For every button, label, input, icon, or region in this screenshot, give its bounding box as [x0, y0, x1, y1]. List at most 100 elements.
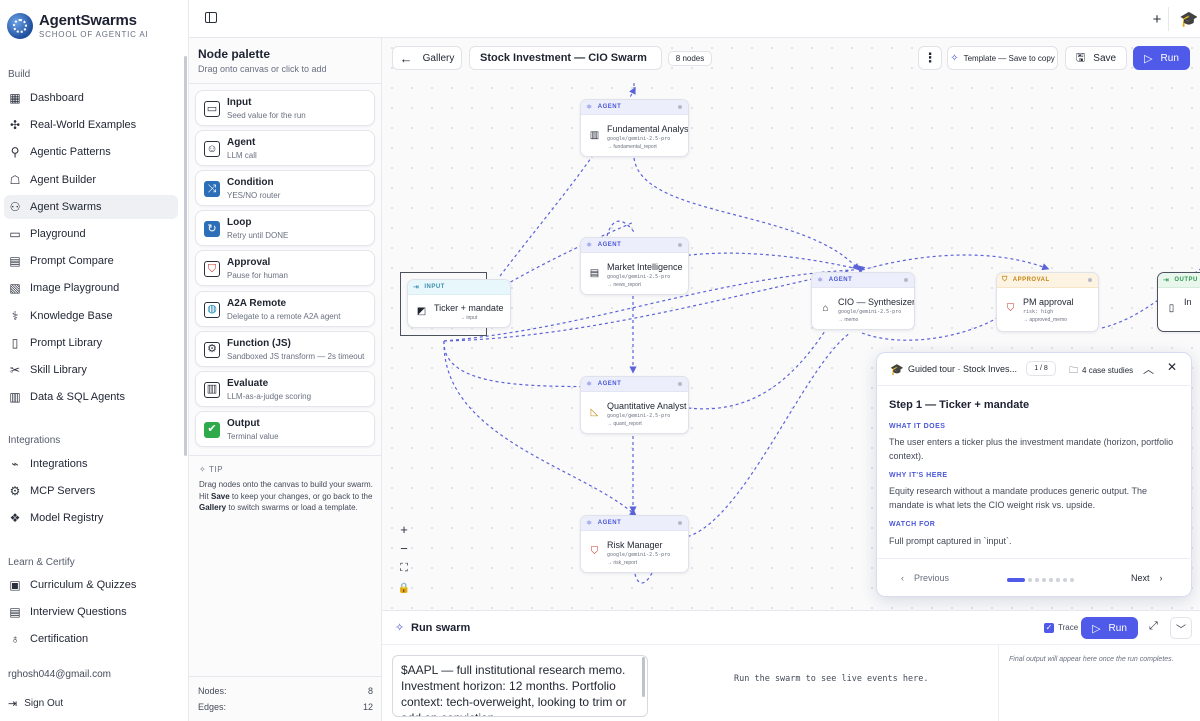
edge-market-cio: [681, 252, 863, 271]
node-output[interactable]: ⇥ OUTPU ▯ In: [1157, 272, 1200, 332]
sidebar-item-agentic-patterns[interactable]: ⚲ Agentic Patterns: [4, 140, 178, 164]
palette-item-a2a-remote[interactable]: ◍ A2A Remote Delegate to a remote A2A agen…: [195, 290, 375, 327]
sidebar-scrollbar[interactable]: [184, 56, 187, 456]
sidebar: AgentSwarms SCHOOL OF AGENTIC AI Build ▦…: [0, 0, 189, 721]
fit-view-icon[interactable]: ⛶: [396, 560, 412, 576]
chevron-down-icon[interactable]: ﹀: [1170, 617, 1192, 639]
sidebar-item-label: Knowledge Base: [30, 309, 113, 322]
sidebar-toggle-icon[interactable]: [205, 12, 217, 23]
sidebar-item-agent-swarms[interactable]: ⚇ Agent Swarms: [4, 194, 178, 219]
sign-out-button[interactable]: ⇥ Sign Out: [8, 697, 63, 710]
save-button[interactable]: 🖫 Save: [1065, 46, 1127, 70]
tour-title: Guided tour · Stock Inves...: [908, 364, 1018, 374]
why-its-here-text: Equity research without a mandate produc…: [889, 486, 1147, 510]
palette-item-condition[interactable]: ⤨ Condition YES/NO router: [195, 170, 375, 207]
lock-icon[interactable]: 🔒: [396, 580, 412, 596]
trace-checkbox[interactable]: ✓: [1044, 623, 1054, 633]
edge-cio-pm-top: [861, 254, 1050, 271]
tip-label: ✧ TIP: [199, 465, 224, 474]
node-risk-manager[interactable]: ⚛ AGENT ⛉ Risk Manager google/gemini-2.5-…: [580, 515, 689, 573]
node-ticker-mandate[interactable]: ⇥ INPUT ◩ Ticker + mandate → input: [407, 279, 511, 328]
palette-item-desc: Retry until DONE: [227, 231, 289, 241]
sidebar-item-mcp-servers[interactable]: ⚙ MCP Servers: [4, 479, 178, 503]
nodes-stat: Nodes: 8: [198, 686, 373, 696]
sidebar-item-skill-library[interactable]: ✂ Skill Library: [4, 358, 178, 382]
check-icon: ✔: [204, 421, 220, 438]
run-panel-title: Run swarm: [411, 622, 471, 634]
sidebar-item-knowledge-base[interactable]: ⚕ Knowledge Base: [4, 304, 178, 328]
sidebar-item-real-world-examples[interactable]: ✣ Real-World Examples: [4, 113, 178, 137]
nav-section-integrations: Integrations: [8, 435, 61, 446]
sidebar-item-prompt-compare[interactable]: ▤ Prompt Compare: [4, 249, 178, 273]
node-fundamental-analyst[interactable]: ⚛ AGENT ▥ Fundamental Analyst google/gemi…: [580, 99, 689, 157]
compare-icon: ▤: [9, 254, 21, 269]
node-cio-synthesizer[interactable]: ⚛ AGENT ⌂ CIO — Synthesizer google/gemini…: [811, 272, 915, 330]
sidebar-item-integrations[interactable]: ⌁ Integrations: [4, 452, 178, 476]
sidebar-item-data-sql-agents[interactable]: ▥ Data & SQL Agents: [4, 385, 178, 409]
sidebar-item-agent-builder[interactable]: ☖ Agent Builder: [4, 168, 178, 192]
server-icon: ⚙: [9, 484, 21, 499]
node-pm-approval[interactable]: ⛉ APPROVAL ⛉ PM approval risk: high → app…: [996, 272, 1099, 332]
sidebar-item-label: MCP Servers: [30, 485, 96, 498]
brand[interactable]: AgentSwarms SCHOOL OF AGENTIC AI: [7, 12, 149, 39]
chevron-up-icon[interactable]: ︿: [1143, 361, 1154, 377]
sidebar-item-playground[interactable]: ▭ Playground: [4, 222, 178, 246]
palette-item-evaluate[interactable]: ▥ Evaluate LLM-as-a-judge scoring: [195, 370, 375, 407]
palette-item-desc: Pause for human: [227, 271, 288, 281]
globe-icon: ◍: [204, 301, 220, 318]
guided-tour-panel: 🎓 Guided tour · Stock Inves... 1 / 8 🗀 4 …: [876, 352, 1193, 597]
tip-text: Drag nodes onto the canvas to build your…: [199, 480, 373, 512]
zoom-out-icon[interactable]: −: [396, 540, 412, 556]
sidebar-item-model-registry[interactable]: ❖ Model Registry: [4, 506, 178, 530]
sidebar-item-image-playground[interactable]: ▧ Image Playground: [4, 276, 178, 300]
palette-item-function-js[interactable]: ⚙ Function (JS) Sandboxed JS transform — 2…: [195, 330, 375, 367]
sidebar-item-curriculum-quizzes[interactable]: ▣ Curriculum & Quizzes: [4, 573, 178, 597]
tour-progress-dots: [1007, 578, 1077, 582]
palette-item-output[interactable]: ✔ Output Terminal value: [195, 410, 375, 447]
prompt-input[interactable]: $AAPL — full institutional research memo…: [392, 655, 648, 717]
graduation-icon: 🎓: [890, 364, 904, 376]
palette-item-agent[interactable]: ☺ Agent LLM call: [195, 130, 375, 167]
tour-step-counter: 1 / 8: [1026, 361, 1056, 376]
graduation-icon: ▣: [9, 578, 21, 592]
palette-item-name: Approval: [227, 257, 271, 269]
palette-item-desc: YES/NO router: [227, 191, 281, 201]
case-studies-button[interactable]: 🗀 4 case studies: [1069, 363, 1133, 379]
prompt-scrollbar[interactable]: [642, 657, 645, 697]
gallery-button[interactable]: ← Gallery: [392, 46, 462, 70]
palette-item-name: Condition: [227, 177, 274, 189]
template-button[interactable]: ✧ Template — Save to copy: [947, 46, 1058, 70]
sidebar-item-prompt-library[interactable]: ▯ Prompt Library: [4, 331, 178, 355]
edges-stat: Edges: 12: [198, 702, 373, 712]
input-icon: ◩: [416, 306, 427, 317]
palette-item-input[interactable]: ▭ Input Seed value for the run: [195, 90, 375, 126]
swarm-icon: ⚇: [9, 199, 21, 214]
previous-button[interactable]: ‹ Previous: [901, 573, 949, 583]
add-icon[interactable]: +: [1146, 8, 1168, 30]
sidebar-item-dashboard[interactable]: ▦ Dashboard: [4, 86, 178, 110]
palette-item-loop[interactable]: ↻ Loop Retry until DONE: [195, 210, 375, 247]
run-button[interactable]: ▷ Run: [1133, 46, 1190, 70]
palette-subtitle: Drag onto canvas or click to add: [198, 64, 327, 74]
run-swarm-button[interactable]: ▷ Run: [1081, 617, 1138, 639]
sidebar-item-label: Agentic Patterns: [30, 146, 111, 159]
next-button[interactable]: Next ›: [1131, 573, 1163, 583]
shield-icon: ⛉: [590, 546, 599, 557]
close-icon[interactable]: ✕: [1167, 360, 1177, 374]
zoom-in-icon[interactable]: +: [396, 521, 412, 537]
swarm-name-field[interactable]: Stock Investment — CIO Swarm: [469, 46, 662, 70]
graduation-icon[interactable]: 🎓: [1178, 8, 1200, 30]
palette-item-approval[interactable]: ⛉ Approval Pause for human: [195, 250, 375, 287]
more-options-icon[interactable]: ⋮: [918, 46, 942, 70]
chat-icon: ▭: [9, 227, 21, 241]
sidebar-item-interview-questions[interactable]: ▤ Interview Questions: [4, 600, 178, 624]
library-icon: 🗀: [1069, 365, 1079, 375]
node-market-intelligence[interactable]: ⚛ AGENT ▤ Market Intelligence google/gemi…: [580, 237, 689, 295]
palette-item-desc: LLM-as-a-judge scoring: [227, 391, 312, 401]
repeat-icon: ↻: [204, 221, 220, 238]
expand-icon[interactable]: ⤢: [1149, 620, 1158, 633]
palette-item-desc: Delegate to a remote A2A agent: [227, 311, 341, 321]
sidebar-item-certification[interactable]: ♁ Certification: [4, 627, 178, 651]
sidebar-item-label: Curriculum & Quizzes: [30, 579, 137, 591]
node-quantitative-analyst[interactable]: ⚛ AGENT ◺ Quantitative Analyst google/gem…: [580, 376, 689, 434]
